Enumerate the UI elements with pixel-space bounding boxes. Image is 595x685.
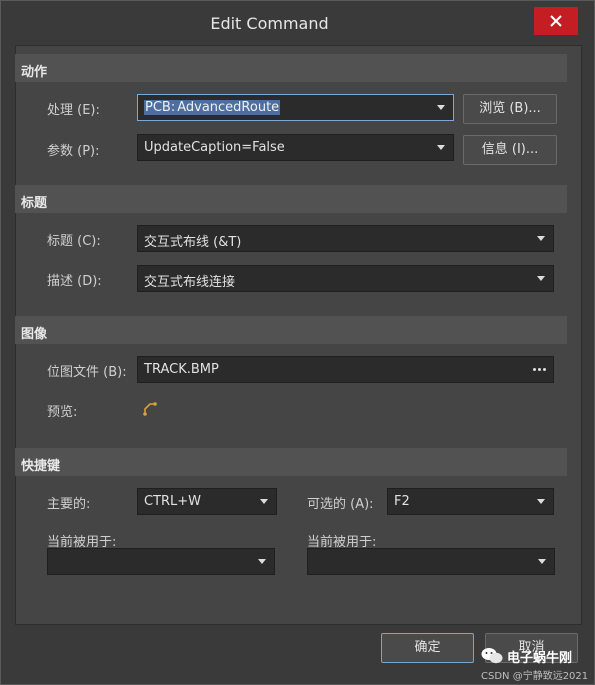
alt-shortcut-value: F2 — [394, 494, 410, 509]
close-button[interactable] — [534, 7, 578, 35]
browse-button[interactable]: 浏览 (B)... — [463, 94, 557, 124]
dialog-title: Edit Command — [210, 14, 329, 33]
chevron-down-icon — [260, 499, 268, 504]
chevron-down-icon — [538, 559, 546, 564]
track-route-icon — [143, 402, 157, 416]
edit-command-dialog: Edit Command 动作 处理 (E): PCB: AdvancedRout… — [0, 0, 595, 685]
description-value: 交互式布线连接 — [144, 275, 236, 290]
alt-used-combo[interactable] — [307, 548, 555, 575]
title-combo[interactable]: 交互式布线 (&T) — [137, 225, 554, 252]
section-header-caption: 标题 — [15, 185, 567, 213]
watermark-credit: CSDN @宁静致远2021 — [481, 671, 589, 682]
params-combo[interactable]: UpdateCaption=False — [137, 134, 454, 161]
description-combo[interactable]: 交互式布线连接 — [137, 265, 554, 292]
close-icon — [550, 15, 562, 27]
info-button[interactable]: 信息 (I)... — [463, 135, 557, 165]
process-label: 处理 (E): — [47, 103, 100, 118]
description-label: 描述 (D): — [47, 274, 102, 289]
primary-shortcut-combo[interactable]: CTRL+W — [137, 488, 277, 515]
chevron-down-icon — [437, 145, 445, 150]
section-header-shortcut: 快捷键 — [15, 448, 567, 476]
params-label: 参数 (P): — [47, 144, 100, 159]
process-value-selected: AdvancedRoute — [176, 100, 281, 115]
chevron-down-icon — [437, 105, 445, 110]
chevron-down-icon — [537, 499, 545, 504]
ok-button[interactable]: 确定 — [381, 633, 474, 663]
section-header-action: 动作 — [15, 54, 567, 82]
primary-used-combo[interactable] — [47, 548, 275, 575]
alt-shortcut-combo[interactable]: F2 — [387, 488, 554, 515]
chevron-down-icon — [537, 236, 545, 241]
section-header-image: 图像 — [15, 316, 567, 344]
title-value: 交互式布线 (&T) — [144, 235, 242, 250]
chevron-down-icon — [537, 276, 545, 281]
process-combo[interactable]: PCB: AdvancedRoute — [137, 94, 454, 121]
preview-label: 预览: — [47, 405, 78, 420]
primary-shortcut-label: 主要的: — [47, 497, 91, 512]
bitmap-value: TRACK.BMP — [144, 362, 219, 377]
wechat-icon — [481, 648, 503, 664]
title-label: 标题 (C): — [47, 234, 101, 249]
watermark-brand: 电子蜗牛刚 — [507, 651, 573, 666]
ellipsis-icon[interactable] — [533, 368, 546, 371]
bitmap-field[interactable]: TRACK.BMP — [137, 356, 554, 383]
bitmap-label: 位图文件 (B): — [47, 365, 127, 380]
title-bar: Edit Command — [1, 1, 594, 45]
process-value-prefix: PCB: — [144, 100, 177, 115]
params-value: UpdateCaption=False — [144, 140, 285, 155]
primary-shortcut-value: CTRL+W — [144, 494, 202, 509]
alt-shortcut-label: 可选的 (A): — [307, 497, 374, 512]
chevron-down-icon — [258, 559, 266, 564]
